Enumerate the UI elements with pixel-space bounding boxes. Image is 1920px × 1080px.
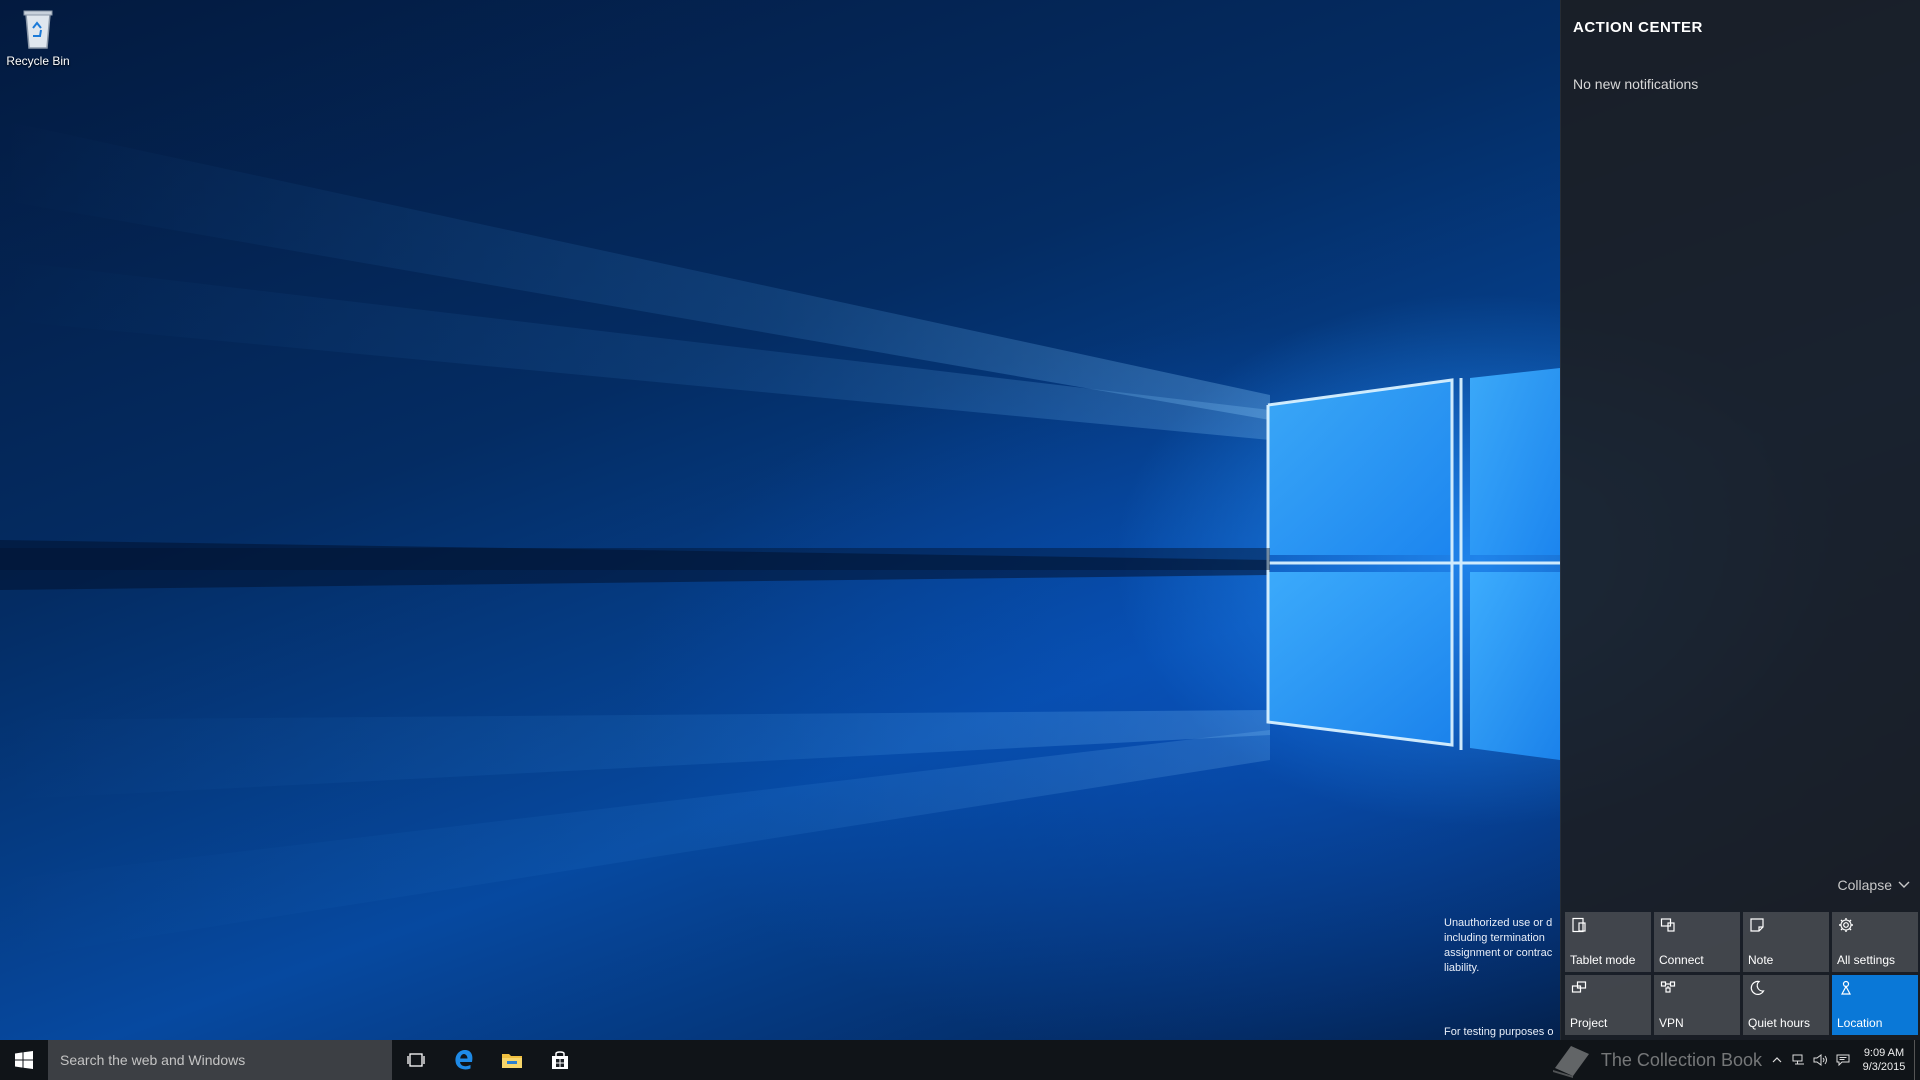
legal-line: Unauthorized use or d	[1444, 917, 1553, 929]
no-notifications-message: No new notifications	[1573, 76, 1699, 92]
quick-action-location[interactable]: Location	[1832, 975, 1918, 1035]
edge-taskbar-button[interactable]	[440, 1040, 488, 1080]
watermark: The Collection Book	[1549, 1042, 1762, 1078]
system-tray: The Collection Book 9:09 AM 9/3/2015	[1549, 1040, 1920, 1080]
store-icon	[552, 1051, 568, 1069]
gear-icon	[1839, 918, 1853, 932]
action-center-tray-button[interactable]	[1832, 1040, 1854, 1080]
chevron-up-icon	[1772, 1057, 1782, 1063]
book-logo-icon	[1552, 1046, 1589, 1078]
vpn-icon	[1660, 981, 1676, 993]
speaker-icon	[1813, 1054, 1827, 1066]
connect-icon	[1660, 918, 1675, 932]
clock[interactable]: 9:09 AM 9/3/2015	[1854, 1046, 1914, 1074]
quick-action-label: Location	[1837, 1016, 1883, 1030]
start-button[interactable]	[0, 1040, 48, 1080]
note-icon	[1750, 918, 1764, 932]
network-tray-button[interactable]	[1788, 1040, 1810, 1080]
volume-tray-button[interactable]	[1810, 1040, 1832, 1080]
search-input[interactable]: Search the web and Windows	[48, 1040, 392, 1080]
windows-logo-icon	[15, 1051, 33, 1069]
legal-line: assignment or contrac	[1444, 947, 1553, 959]
tablet-mode-icon	[1572, 917, 1586, 933]
clock-time: 9:09 AM	[1863, 1047, 1905, 1059]
quick-action-connect[interactable]: Connect	[1654, 912, 1740, 972]
collapse-button[interactable]: Collapse	[1838, 877, 1910, 893]
recycle-bin-label: Recycle Bin	[6, 54, 70, 68]
edge-icon	[455, 1050, 473, 1070]
file-explorer-icon	[502, 1054, 522, 1068]
location-icon	[1841, 980, 1851, 995]
quick-action-quiet-hours[interactable]: Quiet hours	[1743, 975, 1829, 1035]
quick-action-label: Quiet hours	[1748, 1016, 1811, 1030]
recycle-bin-shortcut[interactable]: Recycle Bin	[2, 6, 74, 76]
network-icon	[1792, 1054, 1804, 1065]
quick-action-note[interactable]: Note	[1743, 912, 1829, 972]
recycle-bin-icon	[18, 6, 58, 50]
show-hidden-icons-button[interactable]	[1766, 1040, 1788, 1080]
action-center-panel: ACTION CENTER No new notifications Colla…	[1560, 0, 1920, 1040]
quick-action-all-settings[interactable]: All settings	[1832, 912, 1918, 972]
action-center-title: ACTION CENTER	[1573, 19, 1703, 36]
moon-icon	[1750, 980, 1765, 995]
watermark-text: The Collection Book	[1600, 1049, 1762, 1070]
quick-action-tablet-mode[interactable]: Tablet mode	[1565, 912, 1651, 972]
show-desktop-button[interactable]	[1914, 1040, 1920, 1080]
quick-action-label: Project	[1570, 1016, 1608, 1030]
quick-action-vpn[interactable]: VPN	[1654, 975, 1740, 1035]
quick-action-label: Connect	[1659, 953, 1704, 967]
taskbar: Search the web and Windows The Collectio…	[0, 1040, 1920, 1080]
quick-actions-grid: Tablet mode Connect Note All settings Pr…	[1565, 912, 1918, 1035]
store-taskbar-button[interactable]	[536, 1040, 584, 1080]
legal-line: liability.	[1444, 962, 1480, 974]
legal-footer: For testing purposes o	[1444, 1026, 1554, 1038]
quick-action-label: All settings	[1837, 953, 1896, 967]
quick-action-project[interactable]: Project	[1565, 975, 1651, 1035]
chevron-down-icon	[1898, 881, 1910, 888]
clock-date: 9/3/2015	[1862, 1061, 1906, 1073]
quick-action-label: Tablet mode	[1570, 953, 1636, 967]
quick-action-label: VPN	[1659, 1016, 1684, 1030]
collapse-label: Collapse	[1837, 877, 1892, 893]
project-icon	[1571, 981, 1587, 993]
message-icon	[1836, 1054, 1850, 1066]
file-explorer-taskbar-button[interactable]	[488, 1040, 536, 1080]
legal-line: including termination	[1444, 932, 1545, 944]
legal-notice: Unauthorized use or d including terminat…	[1444, 916, 1560, 976]
task-view-icon	[407, 1053, 425, 1067]
quick-action-label: Note	[1748, 953, 1774, 967]
task-view-button[interactable]	[392, 1040, 440, 1080]
